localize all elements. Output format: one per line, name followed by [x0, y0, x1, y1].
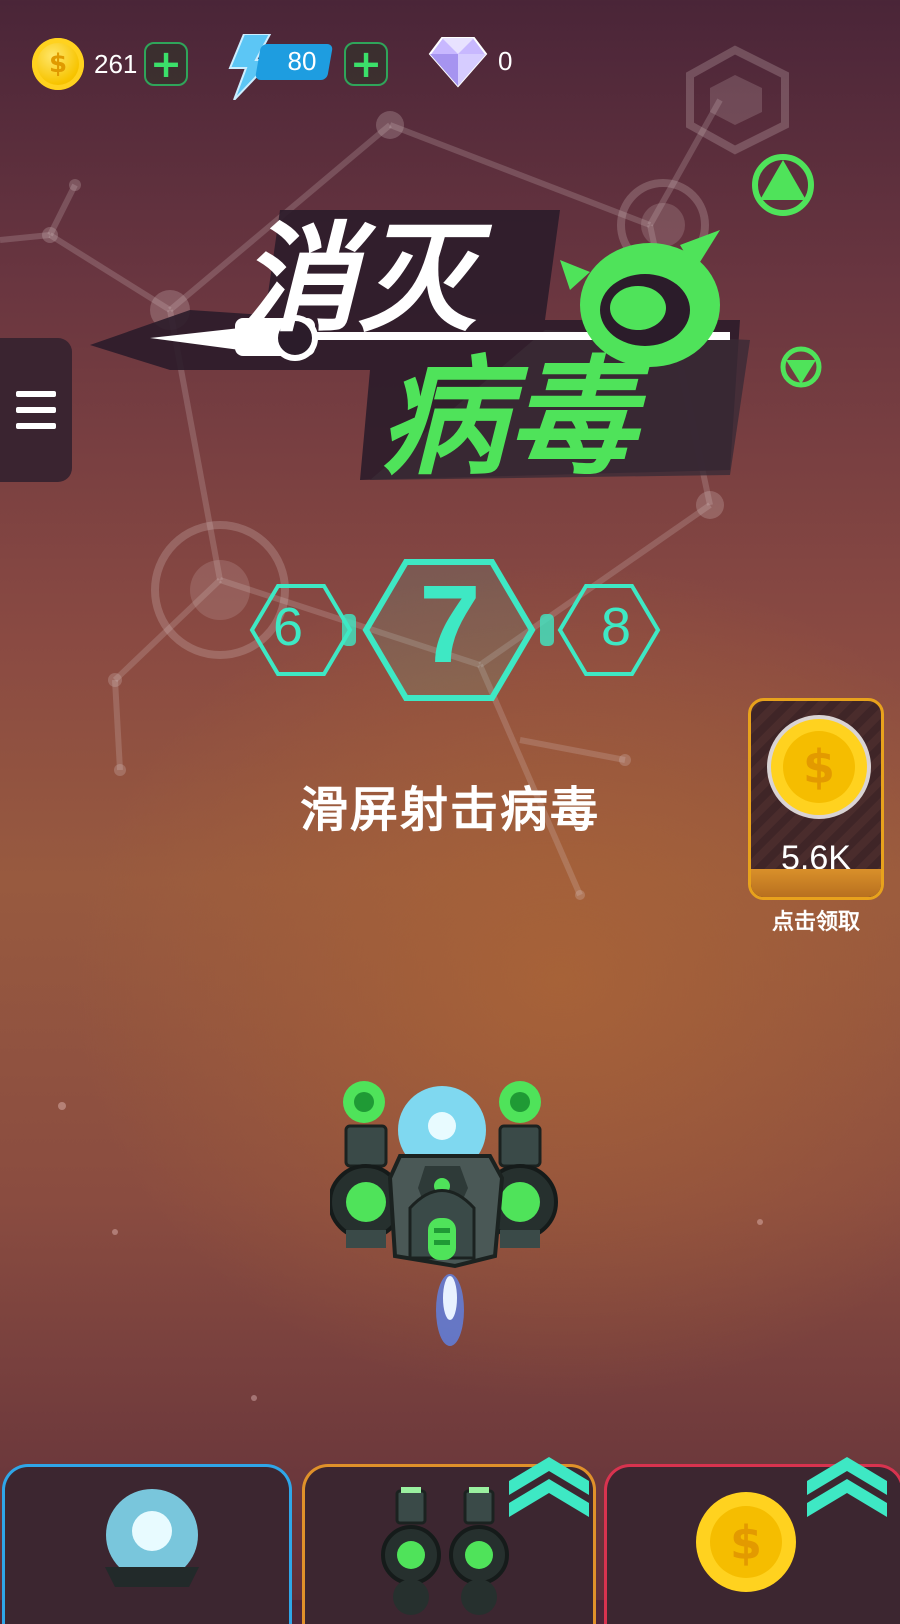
menu-button[interactable] — [0, 338, 72, 482]
reward-card[interactable]: $ 5.6K — [748, 698, 884, 900]
upgrade-panel-income[interactable]: $ — [604, 1457, 900, 1624]
level-current[interactable]: 7 — [390, 570, 510, 680]
orb-weapon-icon — [105, 1489, 199, 1587]
upgrade-panel-cannons[interactable] — [302, 1457, 596, 1624]
diamond-icon — [428, 37, 488, 88]
svg-text:$: $ — [730, 1516, 762, 1570]
upgrade-panel-weapon[interactable] — [2, 1464, 292, 1624]
reward-coin-icon: $ — [767, 715, 871, 819]
level-next[interactable]: 8 — [580, 596, 652, 658]
svg-text:$: $ — [803, 740, 835, 794]
add-energy-button[interactable]: + — [344, 42, 388, 86]
title-line1: 消灭 — [240, 210, 493, 348]
reward-band — [751, 869, 881, 897]
energy-amount: 80 — [287, 46, 317, 76]
reward-claim-label[interactable]: 点击领取 — [748, 904, 884, 936]
green-virus-small-icon — [780, 346, 822, 388]
coin-counter: $ 261 — [32, 36, 137, 92]
green-virus-icon — [752, 154, 814, 216]
title-line2: 病毒 — [380, 344, 651, 493]
menu-icon — [16, 391, 56, 397]
game-logo: 消灭 病毒 — [90, 210, 750, 493]
twin-cannon-icon — [381, 1487, 509, 1615]
coin-icon: $ — [32, 38, 84, 90]
upgrade-arrow-icon-2 — [807, 1457, 887, 1517]
instruction-text: 滑屏射击病毒 — [299, 782, 600, 838]
player-spaceship[interactable] — [330, 1078, 570, 1358]
gold-coin-icon: $ — [696, 1492, 796, 1592]
add-coins-button[interactable]: + — [144, 42, 188, 86]
coin-amount: 261 — [94, 48, 138, 79]
gem-amount: 0 — [498, 46, 513, 76]
upgrade-arrow-icon — [509, 1457, 589, 1517]
level-previous[interactable]: 6 — [252, 596, 324, 658]
